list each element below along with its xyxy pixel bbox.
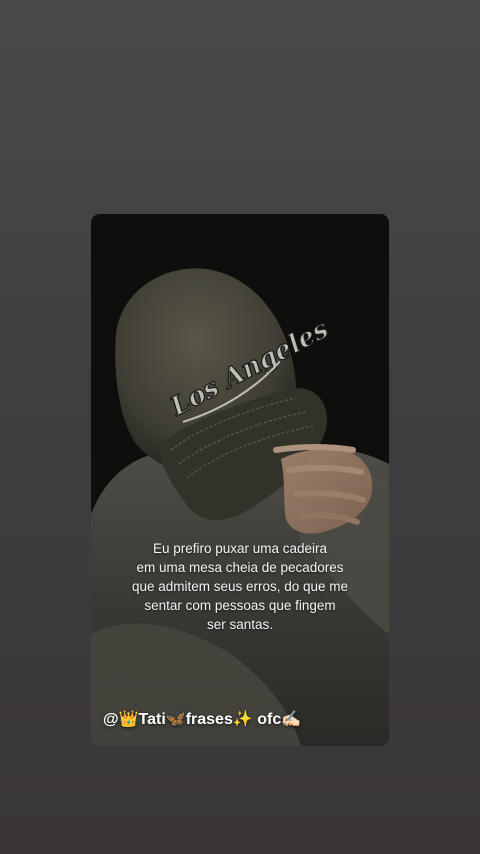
story-card[interactable]: Los Angeles Eu prefiro puxar uma cadeira… bbox=[91, 214, 389, 746]
author-watermark: @👑Tati🦋frases✨ ofc✍🏻 bbox=[103, 711, 302, 728]
quote-text: Eu prefiro puxar uma cadeira em uma mesa… bbox=[131, 541, 349, 632]
story-photo: Los Angeles bbox=[91, 214, 389, 746]
